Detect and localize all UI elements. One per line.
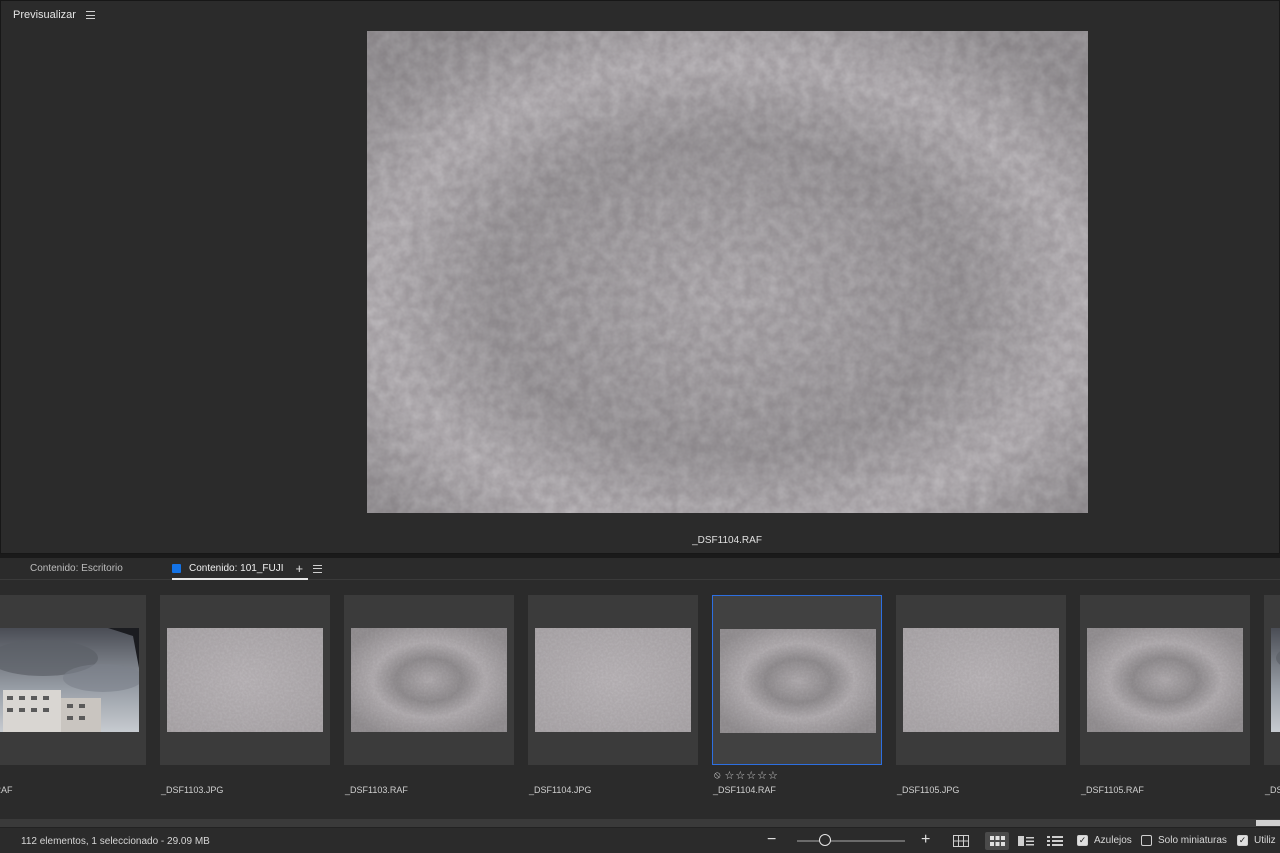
star-outline-icon[interactable]: ☆ xyxy=(768,769,778,782)
thumbnail-image xyxy=(1271,628,1280,732)
preview-header: Previsualizar xyxy=(13,9,95,21)
star-outline-icon[interactable]: ☆ xyxy=(735,769,745,782)
thumbnail-card[interactable] xyxy=(344,595,514,765)
grid-lock-icon xyxy=(953,835,969,847)
star-outline-icon[interactable]: ☆ xyxy=(757,769,767,782)
active-tab-underline xyxy=(172,578,308,580)
thumbnail-label: _DSF1105.JPG xyxy=(897,785,960,795)
thumbnail-card[interactable] xyxy=(0,595,146,765)
star-outline-icon[interactable]: ☆ xyxy=(725,769,735,782)
tab-label: Contenido: 101_FUJI xyxy=(189,563,284,574)
preview-image xyxy=(367,31,1088,513)
thumbnail-card[interactable] xyxy=(528,595,698,765)
preview-filename: _DSF1104.RAF xyxy=(692,535,762,546)
thumbnail-image xyxy=(0,628,139,732)
option-solo-miniaturas[interactable]: Solo miniaturas xyxy=(1141,835,1227,846)
content-tabs: Contenido: Escritorio Contenido: 101_FUJ… xyxy=(0,558,1280,580)
content-panel: Contenido: Escritorio Contenido: 101_FUJ… xyxy=(0,558,1280,853)
hamburger-icon[interactable] xyxy=(85,11,95,19)
zoom-out-button[interactable]: − xyxy=(767,831,776,849)
thumbnail-label: _DSF1104.JPG xyxy=(529,785,592,795)
thumbnail-card[interactable] xyxy=(1080,595,1250,765)
option-label: Solo miniaturas xyxy=(1158,835,1227,846)
thumbnail-image xyxy=(720,629,876,733)
thumbnail-card[interactable] xyxy=(1264,595,1280,765)
hamburger-icon[interactable] xyxy=(313,564,323,573)
star-outline-icon[interactable]: ☆ xyxy=(746,769,756,782)
status-bar: 112 elementos, 1 seleccionado - 29.09 MB… xyxy=(0,827,1280,853)
thumbnail-image xyxy=(351,628,507,732)
thumbnail-image xyxy=(903,628,1059,732)
thumbnail-card[interactable] xyxy=(712,595,882,765)
option-label: Azulejos xyxy=(1094,835,1132,846)
preview-title: Previsualizar xyxy=(13,9,76,21)
plus-icon[interactable]: + xyxy=(296,562,304,575)
thumbnail-label: _DSF1104.RAF xyxy=(713,785,776,795)
status-summary: 112 elementos, 1 seleccionado - 29.09 MB xyxy=(21,836,210,847)
grid-view-icon xyxy=(989,836,1005,846)
scrollbar-thumb[interactable] xyxy=(1256,820,1280,826)
thumbnail-strip: 102.RAF _DSF1103.JPG _DSF1103.RAF _DSF1104.… xyxy=(0,592,1280,804)
star-rating[interactable]: ⦸ ☆ ☆ ☆ ☆ ☆ xyxy=(714,769,778,782)
thumbnail-card[interactable] xyxy=(160,595,330,765)
option-azulejos[interactable]: ✓ Azulejos xyxy=(1077,835,1132,846)
reject-icon[interactable]: ⦸ xyxy=(714,770,721,781)
list-view-button[interactable] xyxy=(1043,832,1067,850)
thumbnail-image xyxy=(535,628,691,732)
zoom-in-button[interactable]: + xyxy=(921,831,930,849)
thumbnail-image xyxy=(167,628,323,732)
slider-knob[interactable] xyxy=(819,834,831,846)
details-view-button[interactable] xyxy=(1014,832,1038,850)
preview-panel: Previsualizar _DSF1104.RAF xyxy=(0,0,1280,554)
list-view-icon xyxy=(1047,836,1063,846)
tab-escritorio[interactable]: Contenido: Escritorio xyxy=(30,563,123,574)
option-label: Utiliz xyxy=(1254,835,1276,846)
thumbnail-label: _DSF1103.JPG xyxy=(161,785,224,795)
grid-view-button[interactable] xyxy=(985,832,1009,850)
checkbox[interactable]: ✓ xyxy=(1237,835,1248,846)
checkbox[interactable] xyxy=(1141,835,1152,846)
checkbox[interactable]: ✓ xyxy=(1077,835,1088,846)
horizontal-scrollbar[interactable] xyxy=(0,819,1280,827)
grid-lock-button[interactable] xyxy=(949,832,973,850)
thumbnail-image xyxy=(1087,628,1243,732)
thumbnail-label: _DSF1103.RAF xyxy=(345,785,408,795)
collection-color-icon xyxy=(172,564,181,573)
thumbnail-label: _DSF1105.RAF xyxy=(1081,785,1144,795)
option-utilizar[interactable]: ✓ Utiliz xyxy=(1237,835,1276,846)
details-view-icon xyxy=(1018,836,1034,846)
thumbnail-label: 102.RAF xyxy=(0,785,13,795)
tab-101-fuji[interactable]: Contenido: 101_FUJI + xyxy=(172,562,323,580)
thumbnail-size-slider[interactable] xyxy=(797,840,905,842)
thumbnail-card[interactable] xyxy=(896,595,1066,765)
thumbnail-label: _DS xyxy=(1265,785,1280,795)
